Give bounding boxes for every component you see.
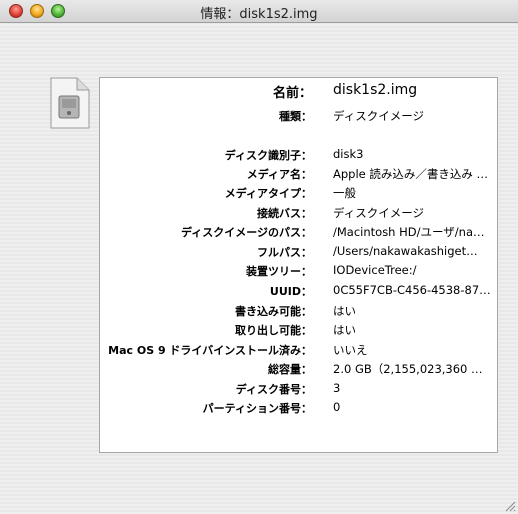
info-value: ディスクイメージ <box>333 206 424 220</box>
info-row-image-path: ディスクイメージのパス： /Macintosh HD/ユーザ/na… <box>100 224 499 242</box>
info-row-uuid: UUID： 0C55F7CB-C456-4538-87… <box>100 283 499 301</box>
info-value: /Users/nakawakashiget… <box>333 244 478 258</box>
info-window: 情報：disk1s2.img 名前： disk1s2.img 種類： ディスクイ… <box>0 0 518 514</box>
resize-grip-icon[interactable] <box>504 500 516 512</box>
info-value: いいえ <box>333 343 368 357</box>
info-row-partition-number: パーティション番号： 0 <box>100 400 499 418</box>
info-row-disk-number: ディスク番号： 3 <box>100 381 499 399</box>
info-row-media-type: メディアタイプ： 一般 <box>100 185 499 203</box>
info-row-os9-driver: Mac OS 9 ドライバインストール済み： いいえ <box>100 342 499 360</box>
info-value: 2.0 GB（2,155,023,360 … <box>333 362 483 376</box>
info-label: 書き込み可能： <box>235 305 312 318</box>
info-value: ディスクイメージ <box>333 109 424 123</box>
info-row-device-tree: 装置ツリー： IODeviceTree:/ <box>100 263 499 281</box>
info-label: 接続バス： <box>257 207 312 220</box>
info-label: 取り出し可能： <box>235 324 312 337</box>
info-label: メディアタイプ： <box>224 187 312 200</box>
info-value: はい <box>333 323 356 337</box>
info-label: ディスクイメージのパス： <box>180 226 312 239</box>
info-label: ディスク番号： <box>235 383 312 396</box>
info-row-disk-id: ディスク識別子： disk3 <box>100 147 499 165</box>
info-row-bus: 接続バス： ディスクイメージ <box>100 205 499 223</box>
info-label: UUID： <box>269 285 312 298</box>
info-value: 一般 <box>333 186 356 200</box>
info-label: 種類： <box>279 110 312 123</box>
info-row-capacity: 総容量： 2.0 GB（2,155,023,360 … <box>100 361 499 379</box>
info-row-full-path: フルパス： /Users/nakawakashiget… <box>100 244 499 262</box>
info-label: 総容量： <box>268 363 312 376</box>
window-title: 情報：disk1s2.img <box>200 7 318 22</box>
info-row-media-name: メディア名： Apple 読み込み／書き込み Media <box>100 166 499 184</box>
info-value: IODeviceTree:/ <box>333 263 417 277</box>
info-value: はい <box>333 304 356 318</box>
title-bar[interactable]: 情報：disk1s2.img <box>0 0 518 23</box>
info-value: /Macintosh HD/ユーザ/na… <box>333 225 485 239</box>
info-label: 名前： <box>272 86 312 101</box>
info-label: メディア名： <box>246 168 312 181</box>
info-value: disk1s2.img <box>333 82 418 98</box>
info-label: パーティション番号： <box>202 402 312 415</box>
info-value: 3 <box>333 381 341 395</box>
info-label: Mac OS 9 ドライバインストール済み： <box>108 344 312 357</box>
info-value: 0 <box>333 400 341 414</box>
info-label: ディスク識別子： <box>224 149 312 162</box>
info-panel: 名前： disk1s2.img 種類： ディスクイメージ ディスク識別子： di… <box>99 77 498 453</box>
info-value: Apple 読み込み／書き込み Media <box>333 167 493 181</box>
disk-image-document-icon <box>50 77 90 129</box>
info-label: 装置ツリー： <box>246 265 312 278</box>
info-row-ejectable: 取り出し可能： はい <box>100 322 499 340</box>
info-value: disk3 <box>333 147 364 161</box>
info-label: フルパス： <box>257 246 312 259</box>
info-row-kind: 種類： ディスクイメージ <box>100 108 499 126</box>
info-row-writable: 書き込み可能： はい <box>100 303 499 321</box>
info-value: 0C55F7CB-C456-4538-87… <box>333 283 491 297</box>
info-row-name: 名前： disk1s2.img <box>100 82 499 101</box>
